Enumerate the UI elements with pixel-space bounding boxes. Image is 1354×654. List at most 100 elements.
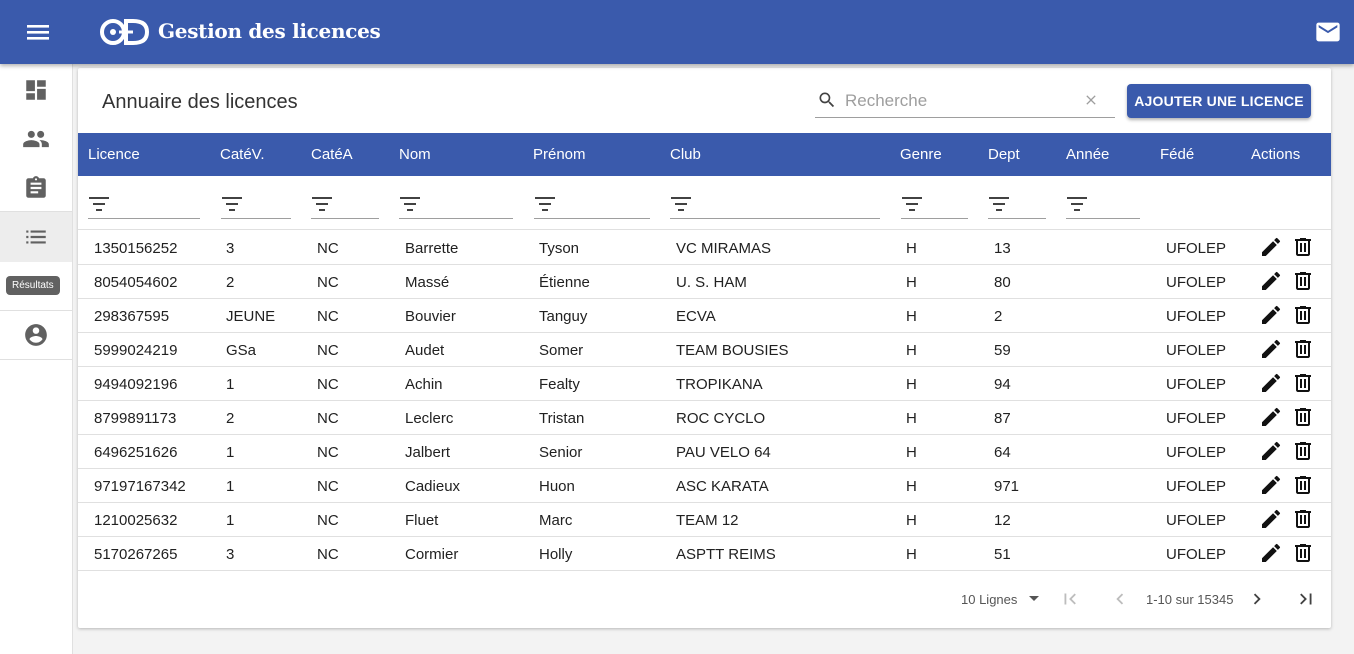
edit-icon[interactable] [1259, 371, 1283, 395]
cell-prenom: Marc [539, 512, 573, 529]
cell-licence: 97197167342 [94, 478, 186, 495]
column-header-annee[interactable]: Année [1066, 146, 1109, 163]
cell-nom: Fluet [405, 512, 439, 529]
delete-icon[interactable] [1291, 405, 1315, 429]
delete-icon[interactable] [1291, 269, 1315, 293]
column-header-club[interactable]: Club [670, 146, 701, 163]
people-icon [23, 130, 49, 148]
rows-per-page-select[interactable]: 10 Lignes [961, 592, 1039, 607]
column-header-catea[interactable]: CatéA [311, 146, 353, 163]
menu-icon[interactable] [22, 18, 54, 46]
edit-icon[interactable] [1259, 235, 1283, 259]
cell-licence: 1350156252 [94, 240, 178, 257]
table-row[interactable]: 298367595 JEUNE NC Bouvier Tanguy ECVA H 2 UFOLE… [78, 299, 1331, 333]
cell-dept: 971 [994, 478, 1020, 495]
filter-icon [222, 197, 242, 211]
cell-genre: H [906, 308, 917, 325]
delete-icon[interactable] [1291, 235, 1315, 259]
table-row[interactable]: 1210025632 1 NC Fluet Marc TEAM 12 H 12 UFOLEP [78, 503, 1331, 537]
column-header-dept[interactable]: Dept [988, 146, 1020, 163]
cell-fede: UFOLEP [1166, 342, 1227, 359]
clear-search-icon[interactable] [1083, 92, 1099, 108]
table-row[interactable]: 8799891173 2 NC Leclerc Tristan ROC CYCLO H 87 U… [78, 401, 1331, 435]
edit-icon[interactable] [1259, 405, 1283, 429]
cell-licence: 9494092196 [94, 376, 178, 393]
filter-dept[interactable] [988, 188, 1046, 219]
delete-icon[interactable] [1291, 337, 1315, 361]
cell-catev: GSa [226, 342, 257, 359]
cell-catev: 2 [226, 274, 235, 291]
search-input[interactable] [845, 90, 1075, 112]
filter-catea[interactable] [311, 188, 379, 219]
cell-catev: 2 [226, 410, 235, 427]
filter-icon [89, 197, 109, 211]
delete-icon[interactable] [1291, 541, 1315, 565]
first-page-icon[interactable] [1059, 588, 1081, 610]
cell-fede: UFOLEP [1166, 240, 1227, 257]
cell-nom: Audet [405, 342, 445, 359]
sidebar-item-results[interactable] [0, 212, 72, 262]
filter-genre[interactable] [901, 188, 968, 219]
cell-club: ASPTT REIMS [676, 546, 776, 563]
add-licence-button[interactable]: AJOUTER UNE LICENCE [1127, 84, 1311, 118]
app-logo [99, 17, 151, 47]
mail-icon[interactable] [1314, 18, 1342, 46]
cell-catev: 3 [226, 240, 235, 257]
delete-icon[interactable] [1291, 371, 1315, 395]
table-row[interactable]: 1350156252 3 NC Barrette Tyson VC MIRAMAS H 13 U… [78, 231, 1331, 265]
filter-catev[interactable] [221, 188, 291, 219]
column-header-catev[interactable]: CatéV. [220, 146, 264, 163]
table-row[interactable]: 5170267265 3 NC Cormier Holly ASPTT REIMS H 51 U… [78, 537, 1331, 571]
table-row[interactable]: 97197167342 1 NC Cadieux Huon ASC KARATA H 971 U… [78, 469, 1331, 503]
table-row[interactable]: 8054054602 2 NC Massé Étienne U. S. HAM H 80 UFO… [78, 265, 1331, 299]
results-tooltip: Résultats [6, 276, 60, 295]
filter-licence[interactable] [88, 188, 200, 219]
filter-annee[interactable] [1066, 188, 1140, 219]
cell-fede: UFOLEP [1166, 512, 1227, 529]
cell-club: TEAM BOUSIES [676, 342, 789, 359]
column-header-licence[interactable]: Licence [88, 146, 140, 163]
cell-nom: Leclerc [405, 410, 454, 427]
delete-icon[interactable] [1291, 439, 1315, 463]
edit-icon[interactable] [1259, 337, 1283, 361]
edit-icon[interactable] [1259, 439, 1283, 463]
table-row[interactable]: 9494092196 1 NC Achin Fealty TROPIKANA H 94 UFOL… [78, 367, 1331, 401]
cell-nom: Jalbert [405, 444, 451, 461]
delete-icon[interactable] [1291, 507, 1315, 531]
table-row[interactable]: 5999024219 GSa NC Audet Somer TEAM BOUSIES H 59… [78, 333, 1331, 367]
cell-fede: UFOLEP [1166, 444, 1227, 461]
column-header-genre[interactable]: Genre [900, 146, 942, 163]
edit-icon[interactable] [1259, 303, 1283, 327]
edit-icon[interactable] [1259, 507, 1283, 531]
edit-icon[interactable] [1259, 269, 1283, 293]
edit-icon[interactable] [1259, 473, 1283, 497]
sidebar-item-account[interactable] [0, 310, 72, 360]
last-page-icon[interactable] [1295, 588, 1317, 610]
column-header-fede[interactable]: Fédé [1160, 146, 1194, 163]
cell-catea: NC [317, 376, 339, 393]
column-header-actions: Actions [1251, 146, 1301, 163]
table-row[interactable]: 6496251626 1 NC Jalbert Senior PAU VELO 64 H 64… [78, 435, 1331, 469]
cell-club: ASC KARATA [676, 478, 769, 495]
sidebar-item-people[interactable] [0, 114, 72, 164]
cell-catev: 3 [226, 546, 235, 563]
delete-icon[interactable] [1291, 303, 1315, 327]
next-page-icon[interactable] [1246, 588, 1268, 610]
filter-club[interactable] [670, 188, 880, 219]
sidebar-item-dashboard[interactable] [0, 65, 72, 115]
filter-prenom[interactable] [534, 188, 650, 219]
previous-page-icon[interactable] [1109, 588, 1131, 610]
filter-icon [671, 197, 691, 211]
filter-nom[interactable] [399, 188, 513, 219]
pagination-bar: 10 Lignes 1-10 sur 15345 [78, 576, 1331, 620]
delete-icon[interactable] [1291, 473, 1315, 497]
edit-icon[interactable] [1259, 541, 1283, 565]
cell-genre: H [906, 512, 917, 529]
cell-nom: Cormier [405, 546, 459, 563]
column-header-prenom[interactable]: Prénom [533, 146, 586, 163]
account-circle-icon [25, 324, 47, 346]
column-header-nom[interactable]: Nom [399, 146, 431, 163]
sidebar-item-assignment[interactable] [0, 163, 72, 213]
rows-per-page-label: 10 Lignes [961, 592, 1018, 607]
cell-catev: 1 [226, 478, 235, 495]
